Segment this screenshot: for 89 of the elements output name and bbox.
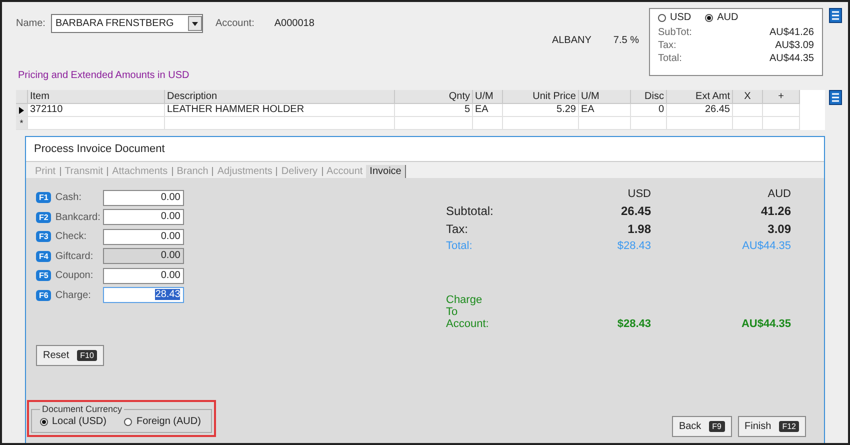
table-cell[interactable] [28, 117, 165, 130]
currency-radio[interactable]: Foreign (AUD) [124, 416, 201, 427]
summary-value: 1.98 [626, 222, 651, 236]
column-header[interactable]: Qnty [395, 90, 473, 104]
total-value: AU$3.09 [775, 39, 814, 52]
table-cell [733, 104, 763, 117]
shortcut-key-badge: F2 [36, 212, 52, 223]
summary-value: 3.09 [766, 222, 791, 236]
account-number: A000018 [274, 18, 314, 29]
corner-header [16, 90, 28, 104]
shortcut-key-badge: F5 [36, 270, 52, 282]
total-value: AU$41.26 [770, 26, 814, 39]
payment-label: Check: [55, 231, 88, 242]
column-header[interactable]: X [733, 90, 763, 104]
nav-button[interactable]: Back F9 [672, 416, 732, 437]
payment-label: Bankcard: [55, 212, 102, 223]
reset-button[interactable]: Reset F10 [36, 345, 104, 366]
table-cell: EA [579, 104, 631, 117]
table-cell: 372110 [28, 104, 165, 117]
summary-value: $28.43 [616, 318, 651, 330]
payment-label: Cash: [55, 192, 82, 204]
table-cell[interactable] [579, 117, 631, 130]
payment-field[interactable]: 0.00 [103, 268, 184, 284]
table-cell[interactable] [473, 117, 503, 130]
pricing-note: Pricing and Extended Amounts in USD [18, 70, 190, 81]
total-label: Tax: [658, 39, 676, 52]
total-label: Total: [658, 52, 682, 65]
column-header: AUD [766, 188, 791, 200]
dialog-title: Process Invoice Document [26, 137, 824, 162]
table-cell[interactable] [667, 117, 733, 130]
shortcut-key-badge: F6 [36, 290, 52, 301]
column-header: USD [626, 188, 651, 200]
payment-label: Giftcard: [55, 250, 94, 262]
shortcut-key-badge: F1 [36, 192, 52, 204]
summary-value: 26.45 [620, 204, 651, 218]
table-cell[interactable] [503, 117, 579, 130]
payment-field[interactable]: 0.00 [103, 209, 184, 226]
row-pointer-icon[interactable] [16, 104, 28, 117]
currency-radio[interactable]: Local (USD) [40, 416, 106, 427]
total-label: SubTot: [658, 26, 692, 39]
name-label: Name: [16, 18, 46, 29]
summary-label: Subtotal: [446, 204, 494, 218]
menu-icon[interactable] [829, 8, 842, 23]
summary-value: AU$44.35 [740, 318, 791, 330]
table-cell: EA [473, 104, 503, 117]
payment-label: Charge: [55, 290, 92, 301]
column-header[interactable]: U/M [473, 90, 503, 104]
table-cell[interactable] [631, 117, 667, 130]
column-header[interactable]: Description [165, 90, 395, 104]
table-cell[interactable] [165, 117, 395, 130]
summary-value: 41.26 [760, 204, 791, 218]
column-header[interactable]: + [763, 90, 800, 104]
payment-field[interactable]: 28.43 [103, 287, 184, 304]
summary-label: Total: [446, 240, 474, 252]
table-cell: 0 [631, 104, 667, 117]
payment-field[interactable]: 0.00 [103, 190, 184, 206]
table-cell [763, 104, 800, 117]
column-header[interactable]: Item [28, 90, 165, 104]
table-cell: 5.29 [503, 104, 579, 117]
nav-button[interactable]: Finish F12 [738, 416, 806, 437]
payment-label: Coupon: [55, 270, 94, 282]
column-header[interactable]: U/M [579, 90, 631, 104]
table-cell[interactable] [763, 117, 800, 130]
table-cell[interactable] [733, 117, 763, 130]
summary-value: AU$44.35 [741, 240, 791, 252]
tax-rate: 7.5 % [613, 35, 639, 46]
summary-value: $28.43 [616, 240, 651, 252]
account-label: Account: [215, 18, 254, 29]
new-row-marker: * [16, 117, 28, 130]
menu-icon[interactable] [829, 90, 842, 105]
shortcut-key-badge: F4 [36, 250, 52, 262]
currency-radio[interactable]: USD [658, 12, 692, 23]
table-cell: 26.45 [667, 104, 733, 117]
shortcut-key-badge: F3 [36, 231, 52, 242]
summary-label: Tax: [446, 222, 470, 236]
summary-label: Charge To Account: [446, 294, 490, 330]
table-cell[interactable] [395, 117, 473, 130]
name-dropdown[interactable]: BARBARA FRENSTBERG [51, 14, 204, 33]
column-header[interactable]: Ext Amt [667, 90, 733, 104]
total-value: AU$44.35 [770, 52, 814, 65]
tab[interactable]: Invoice [366, 164, 406, 178]
table-cell: 5 [395, 104, 473, 117]
group-title: Document Currency [41, 404, 124, 414]
table-cell: LEATHER HAMMER HOLDER [165, 104, 395, 117]
currency-radio[interactable]: AUD [705, 12, 738, 23]
branch-name: ALBANY [552, 35, 592, 46]
column-header[interactable]: Unit Price [503, 90, 579, 104]
payment-field[interactable]: 0.00 [103, 228, 184, 245]
column-header[interactable]: Disc [631, 90, 667, 104]
